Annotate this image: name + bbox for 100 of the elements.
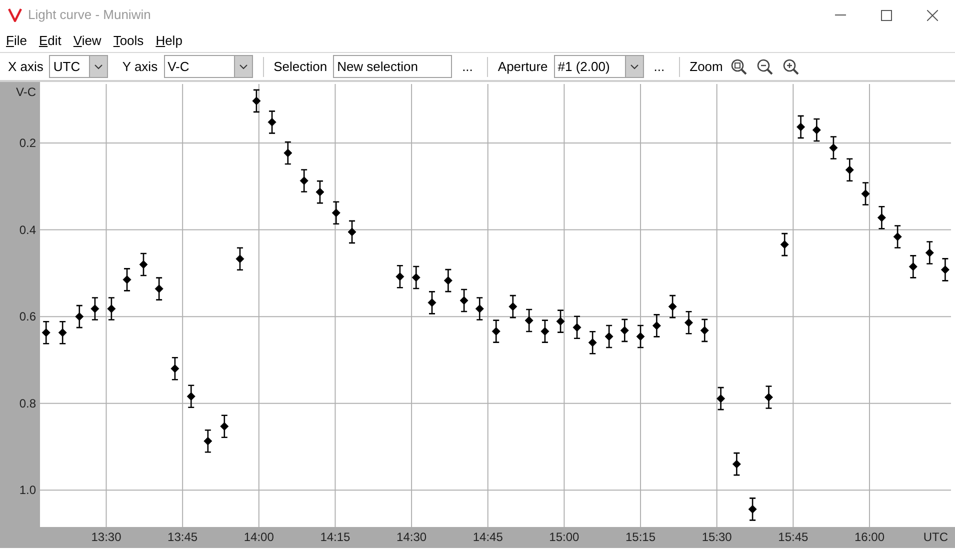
menu-item[interactable]: Edit	[38, 31, 62, 51]
data-point	[154, 277, 164, 300]
menu-item[interactable]: Tools	[113, 31, 144, 51]
point	[556, 317, 565, 326]
data-point	[556, 310, 565, 333]
tick-label: 14:30	[396, 530, 427, 544]
point	[524, 316, 534, 325]
data-point	[428, 291, 436, 314]
data-point	[122, 268, 132, 292]
selection-field[interactable]: New selection	[333, 55, 452, 78]
point	[877, 213, 886, 222]
more-button[interactable]: ...	[650, 56, 669, 76]
point	[316, 188, 324, 196]
data-point	[572, 316, 582, 340]
point	[492, 327, 500, 336]
menu-item[interactable]: File	[6, 31, 27, 51]
data-point	[908, 255, 918, 278]
data-point	[940, 258, 950, 282]
data-point	[300, 169, 308, 192]
point	[284, 148, 292, 158]
point	[908, 262, 918, 271]
zoom-label: Zoom	[690, 58, 723, 76]
x-axis-label: X axis	[8, 58, 44, 76]
data-point	[684, 311, 693, 334]
point	[332, 208, 340, 218]
chevron-icon	[630, 64, 639, 70]
point	[252, 96, 261, 106]
data-point	[348, 220, 356, 244]
data-point	[524, 308, 534, 332]
data-point	[508, 294, 518, 318]
more-button[interactable]: ...	[458, 56, 477, 76]
data-point	[220, 414, 229, 438]
data-point	[780, 232, 789, 256]
point	[236, 254, 244, 264]
point	[604, 332, 614, 341]
x-axis-dropdown[interactable]: UTC	[49, 55, 108, 78]
data-point	[412, 266, 420, 290]
point	[668, 302, 677, 311]
y-axis-dropdown[interactable]: V-C	[164, 55, 253, 78]
maximize-icon	[880, 10, 892, 20]
data-point	[668, 294, 677, 318]
tick-label: 13:45	[168, 530, 198, 544]
data-point	[252, 89, 261, 113]
tick-label: 14:00	[244, 530, 274, 544]
data-point	[540, 320, 550, 343]
point	[75, 312, 84, 321]
data-point	[845, 158, 854, 182]
data-point	[829, 136, 838, 160]
data-point	[42, 320, 50, 344]
point	[58, 328, 67, 337]
data-point	[925, 241, 934, 264]
data-point	[75, 304, 84, 328]
tick-label: 0.4	[19, 222, 36, 237]
data-point	[170, 356, 180, 380]
data-point	[236, 247, 244, 270]
zoom-out-icon[interactable]	[754, 56, 775, 76]
menu-item[interactable]: View	[73, 31, 102, 51]
chevron-icon	[94, 64, 104, 70]
chevron-icon	[238, 64, 248, 70]
data-point	[893, 225, 902, 248]
data-point	[861, 182, 870, 206]
point	[684, 318, 693, 327]
tick-label: 15:00	[549, 530, 580, 544]
point	[636, 332, 645, 341]
selection-label: Selection	[274, 58, 328, 76]
point	[748, 504, 757, 514]
zoom-fit-icon[interactable]	[728, 56, 749, 76]
data-point	[492, 320, 500, 343]
menu-item[interactable]: Help	[156, 31, 182, 51]
y-axis-label: Y axis	[122, 58, 158, 76]
tick-label: 1.0	[19, 483, 36, 498]
data-point	[700, 318, 709, 342]
aperture-dropdown[interactable]: #1 (2.00)	[554, 55, 644, 78]
axis-title: V-C	[16, 85, 36, 99]
data-point	[268, 110, 276, 134]
point	[204, 436, 212, 446]
data-point	[475, 297, 484, 320]
data-point	[764, 386, 773, 409]
point	[90, 304, 100, 314]
point	[396, 272, 404, 281]
data-point	[284, 141, 292, 165]
tick-label: 15:45	[778, 530, 808, 544]
data-point	[716, 386, 726, 410]
data-point	[58, 320, 67, 344]
data-point	[90, 297, 100, 320]
zoom-in-icon[interactable]	[780, 56, 801, 76]
data-point	[732, 452, 741, 476]
point	[764, 393, 773, 402]
data-point	[620, 318, 629, 342]
tick-label: 0.6	[19, 310, 36, 324]
point	[652, 321, 661, 330]
point	[572, 323, 582, 332]
data-point	[812, 118, 821, 142]
data-point	[396, 265, 404, 288]
tick-label: 0.8	[19, 396, 36, 410]
point	[540, 327, 550, 336]
point	[475, 304, 484, 314]
point	[940, 265, 950, 274]
point	[170, 364, 180, 373]
point	[588, 338, 597, 347]
